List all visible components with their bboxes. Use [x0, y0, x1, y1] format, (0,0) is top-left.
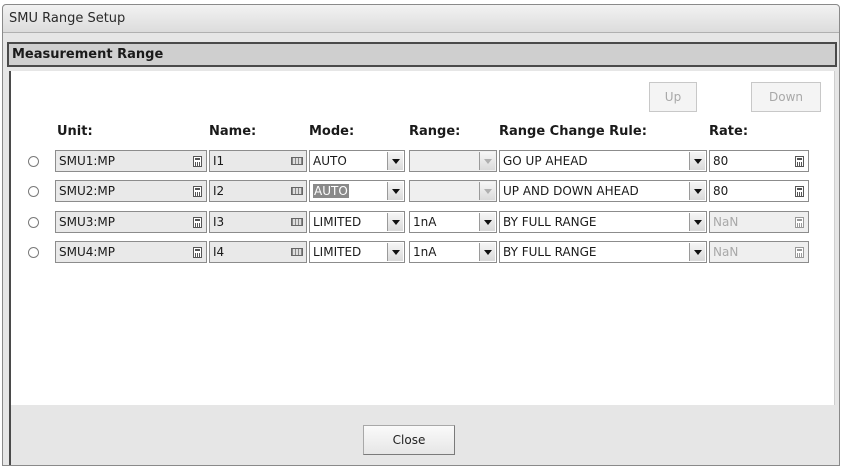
mode-value: LIMITED	[313, 215, 362, 229]
down-button[interactable]: Down	[751, 82, 821, 112]
range-change-rule-select[interactable]: BY FULL RANGE	[499, 211, 707, 233]
mode-value: AUTO	[313, 184, 349, 198]
range-change-rule-select[interactable]: GO UP AHEAD	[499, 150, 707, 172]
range-select[interactable]	[409, 180, 497, 202]
name-field[interactable]: I4	[209, 241, 307, 263]
column-header-rate: Rate:	[709, 124, 749, 139]
range-change-rule-value: GO UP AHEAD	[503, 154, 588, 168]
mode-select[interactable]: AUTO	[309, 180, 405, 202]
unit-field[interactable]: SMU4:MP	[55, 241, 207, 263]
smu-range-setup-window: SMU Range Setup Measurement Range Up Dow…	[2, 4, 840, 466]
chevron-down-icon[interactable]	[479, 213, 495, 231]
range-change-rule-select[interactable]: UP AND DOWN AHEAD	[499, 180, 707, 202]
row-select-radio[interactable]	[28, 156, 39, 167]
rate-field[interactable]: 80	[709, 150, 809, 172]
calculator-icon[interactable]	[188, 181, 206, 201]
name-field[interactable]: I1	[209, 150, 307, 172]
column-header-unit: Unit:	[57, 124, 93, 139]
calculator-icon[interactable]	[188, 151, 206, 171]
range-change-rule-value: UP AND DOWN AHEAD	[503, 184, 639, 198]
keyboard-icon[interactable]	[288, 242, 306, 262]
unit-value: SMU1:MP	[59, 154, 116, 168]
measurement-range-header: Measurement Range	[7, 42, 837, 67]
column-header-name: Name:	[209, 124, 257, 139]
unit-field[interactable]: SMU1:MP	[55, 150, 207, 172]
rate-value: NaN	[713, 245, 739, 259]
range-value: 1nA	[413, 215, 437, 229]
chevron-down-icon[interactable]	[479, 182, 495, 200]
chevron-down-icon[interactable]	[479, 243, 495, 261]
keyboard-icon[interactable]	[288, 181, 306, 201]
name-field[interactable]: I3	[209, 211, 307, 233]
smu-row: SMU1:MP I1 AUTO GO UP AHEAD 80	[11, 150, 834, 174]
mode-value: AUTO	[313, 154, 347, 168]
calculator-icon[interactable]	[188, 212, 206, 232]
window-title: SMU Range Setup	[9, 11, 126, 26]
mode-select[interactable]: LIMITED	[309, 241, 405, 263]
unit-value: SMU3:MP	[59, 215, 116, 229]
column-header-mode: Mode:	[309, 124, 355, 139]
calculator-icon[interactable]	[188, 242, 206, 262]
keyboard-icon[interactable]	[288, 151, 306, 171]
footer-bar: Close	[9, 405, 835, 465]
name-value: I2	[213, 184, 225, 198]
mode-select[interactable]: LIMITED	[309, 211, 405, 233]
unit-value: SMU4:MP	[59, 245, 116, 259]
mode-value: LIMITED	[313, 245, 362, 259]
rate-value: 80	[713, 184, 729, 198]
rate-value: 80	[713, 154, 729, 168]
chevron-down-icon[interactable]	[689, 213, 705, 231]
name-value: I3	[213, 215, 225, 229]
chevron-down-icon[interactable]	[689, 243, 705, 261]
section-title: Measurement Range	[12, 47, 164, 62]
chevron-down-icon[interactable]	[479, 152, 495, 170]
column-header-range: Range:	[409, 124, 461, 139]
name-field[interactable]: I2	[209, 180, 307, 202]
range-change-rule-select[interactable]: BY FULL RANGE	[499, 241, 707, 263]
column-header-range-change-rule: Range Change Rule:	[499, 124, 647, 139]
smu-row: SMU2:MP I2 AUTO UP AND DOWN AHEAD 80	[11, 180, 834, 204]
name-value: I4	[213, 245, 225, 259]
rate-field[interactable]: NaN	[709, 241, 809, 263]
chevron-down-icon[interactable]	[689, 182, 705, 200]
unit-field[interactable]: SMU3:MP	[55, 211, 207, 233]
range-select[interactable]: 1nA	[409, 211, 497, 233]
smu-row: SMU4:MP I4 LIMITED 1nA BY FULL RANGE NaN	[11, 241, 834, 265]
title-bar: SMU Range Setup	[3, 5, 839, 33]
row-select-radio[interactable]	[28, 217, 39, 228]
range-select[interactable]: 1nA	[409, 241, 497, 263]
rate-value: NaN	[713, 215, 739, 229]
range-change-rule-value: BY FULL RANGE	[503, 245, 597, 259]
calculator-icon[interactable]	[790, 212, 808, 232]
name-value: I1	[213, 154, 225, 168]
range-select[interactable]	[409, 150, 497, 172]
range-value: 1nA	[413, 245, 437, 259]
chevron-down-icon[interactable]	[387, 243, 403, 261]
keyboard-icon[interactable]	[288, 212, 306, 232]
chevron-down-icon[interactable]	[689, 152, 705, 170]
row-select-radio[interactable]	[28, 186, 39, 197]
unit-field[interactable]: SMU2:MP	[55, 180, 207, 202]
up-button[interactable]: Up	[649, 82, 697, 112]
rate-field[interactable]: NaN	[709, 211, 809, 233]
row-select-radio[interactable]	[28, 247, 39, 258]
close-button[interactable]: Close	[363, 425, 455, 455]
calculator-icon[interactable]	[790, 181, 808, 201]
range-change-rule-value: BY FULL RANGE	[503, 215, 597, 229]
chevron-down-icon[interactable]	[387, 213, 403, 231]
measurement-range-panel: Up Down Unit: Name: Mode: Range: Range C…	[9, 71, 835, 405]
chevron-down-icon[interactable]	[387, 182, 403, 200]
chevron-down-icon[interactable]	[387, 152, 403, 170]
rate-field[interactable]: 80	[709, 180, 809, 202]
calculator-icon[interactable]	[790, 151, 808, 171]
mode-select[interactable]: AUTO	[309, 150, 405, 172]
unit-value: SMU2:MP	[59, 184, 116, 198]
smu-row: SMU3:MP I3 LIMITED 1nA BY FULL RANGE NaN	[11, 211, 834, 235]
calculator-icon[interactable]	[790, 242, 808, 262]
